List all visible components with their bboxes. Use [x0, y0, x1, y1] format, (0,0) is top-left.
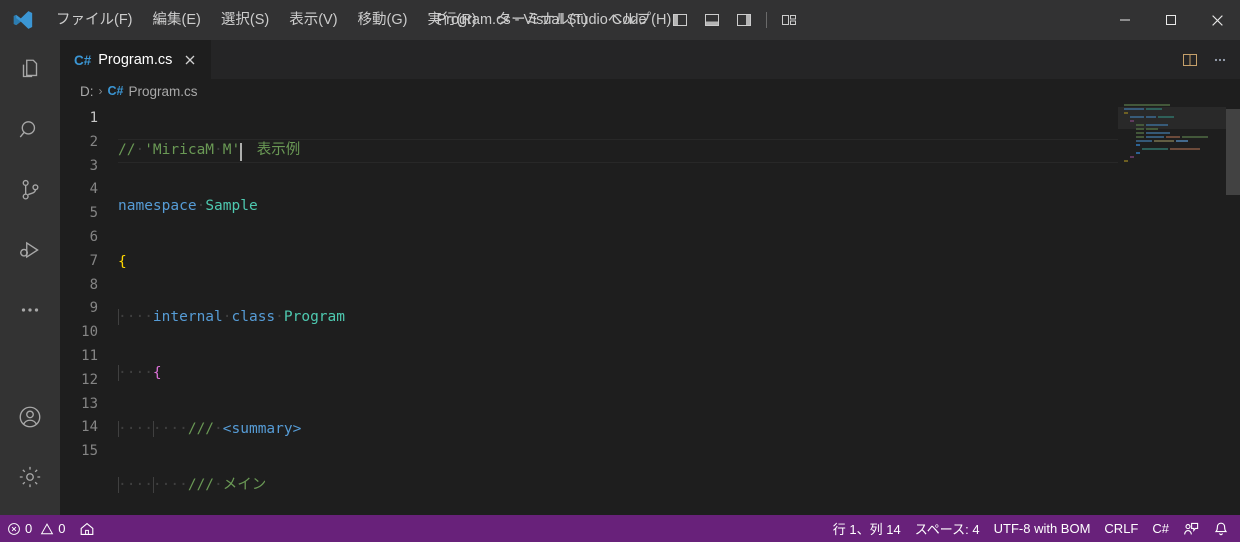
editor-group: C# Program.cs D: › C# Program.cs 1 2 3 4… [60, 40, 1240, 515]
menu-terminal[interactable]: ターミナル(T) [487, 6, 598, 34]
code-line-2[interactable]: namespace·Sample [118, 195, 1240, 219]
editor-actions [1176, 40, 1234, 79]
breadcrumb: D: › C# Program.cs [60, 79, 1240, 103]
code-content[interactable]: //·'MiricaM·M' 表示例 namespace·Sample { ··… [118, 103, 1240, 515]
activity-search[interactable] [0, 100, 60, 160]
line-number: 10 [81, 324, 98, 341]
status-indentation[interactable]: スペース: 4 [908, 515, 987, 542]
warning-count: 0 [58, 521, 66, 536]
split-editor-icon[interactable] [1176, 46, 1204, 74]
tab-label: Program.cs [98, 52, 173, 68]
layout-separator [765, 12, 767, 28]
maximize-button[interactable] [1148, 0, 1194, 40]
tabs: C# Program.cs [60, 40, 212, 79]
activity-more[interactable] [0, 280, 60, 340]
line-number: 11 [81, 347, 98, 364]
feedback-icon [1184, 522, 1199, 535]
code-editor[interactable]: 1 2 3 4 5 6 7 8 9 10 11 12 13 14 15 //·'… [60, 103, 1240, 515]
activity-explorer[interactable] [0, 40, 60, 100]
csharp-file-icon: C# [74, 52, 92, 68]
activity-bar-bottom [0, 387, 60, 515]
code-line-6[interactable]: ········///·<summary> [118, 418, 1240, 442]
code-line-7[interactable]: ········///·メイン [118, 474, 1240, 498]
editor-vertical-scrollbar[interactable] [1226, 103, 1240, 515]
status-bar-right: 行 1、列 14 スペース: 4 UTF-8 with BOM CRLF C# [826, 515, 1240, 542]
menu-view[interactable]: 表示(V) [279, 6, 347, 34]
warning-icon [40, 522, 54, 534]
breadcrumb-csharp-icon: C# [107, 84, 124, 98]
status-cursor-position[interactable]: 行 1、列 14 [826, 515, 908, 542]
activity-bar [0, 40, 60, 515]
tab-bar: C# Program.cs [60, 40, 1240, 79]
window-controls [1102, 0, 1240, 40]
menu-file[interactable]: ファイル(F) [46, 6, 143, 34]
vscode-window: ファイル(F) 編集(E) 選択(S) 表示(V) 移動(G) 実行(R) ター… [0, 0, 1240, 542]
status-bar-left: 0 0 [0, 515, 102, 542]
toggle-panel-icon[interactable] [697, 5, 727, 35]
menu-bar: ファイル(F) 編集(E) 選択(S) 表示(V) 移動(G) 実行(R) ター… [46, 0, 681, 40]
status-problems[interactable]: 0 0 [0, 515, 72, 542]
tab-program-cs[interactable]: C# Program.cs [60, 40, 212, 79]
status-notifications[interactable] [1206, 515, 1236, 542]
customize-layout-icon[interactable] [774, 5, 804, 35]
line-number: 12 [81, 371, 98, 388]
menu-selection[interactable]: 選択(S) [211, 6, 279, 34]
status-home[interactable] [72, 515, 102, 542]
code-line-1[interactable]: //·'MiricaM·M' 表示例 [118, 139, 1240, 163]
menu-run[interactable]: 実行(R) [417, 6, 486, 34]
line-number: 14 [81, 419, 98, 436]
line-number: 7 [89, 252, 98, 269]
vscode-logo-icon [0, 0, 46, 40]
code-line-4[interactable]: ····internal·class·Program [118, 306, 1240, 330]
scrollbar-thumb[interactable] [1226, 109, 1240, 195]
line-number: 15 [81, 443, 98, 460]
status-language-mode[interactable]: C# [1145, 515, 1176, 542]
activity-source-control[interactable] [0, 160, 60, 220]
line-number: 8 [89, 276, 98, 293]
breadcrumb-separator: › [98, 84, 103, 98]
minimize-button[interactable] [1102, 0, 1148, 40]
error-count: 0 [25, 521, 33, 536]
toggle-secondary-sidebar-icon[interactable] [729, 5, 759, 35]
layout-controls [665, 5, 804, 35]
code-line-5[interactable]: ····{ [118, 362, 1240, 386]
menu-go[interactable]: 移動(G) [348, 6, 418, 34]
status-encoding[interactable]: UTF-8 with BOM [987, 515, 1098, 542]
line-number: 13 [81, 395, 98, 412]
activity-run-debug[interactable] [0, 220, 60, 280]
line-number: 5 [89, 205, 98, 222]
status-eol[interactable]: CRLF [1097, 515, 1145, 542]
breadcrumb-root[interactable]: D: [80, 84, 94, 99]
bell-icon [1214, 522, 1228, 535]
code-line-3[interactable]: { [118, 251, 1240, 275]
line-number: 6 [89, 228, 98, 245]
line-number-gutter: 1 2 3 4 5 6 7 8 9 10 11 12 13 14 15 [60, 103, 118, 515]
close-button[interactable] [1194, 0, 1240, 40]
menu-edit[interactable]: 編集(E) [143, 6, 211, 34]
activity-bar-top [0, 40, 60, 387]
tab-close-icon[interactable] [179, 49, 201, 71]
workbench-body: C# Program.cs D: › C# Program.cs 1 2 3 4… [0, 40, 1240, 515]
line-number: 2 [89, 133, 98, 150]
status-bar: 0 0 行 1、列 14 スペース: 4 UTF-8 with BOM CRLF… [0, 515, 1240, 542]
more-editor-actions-icon[interactable] [1206, 46, 1234, 74]
activity-settings[interactable] [0, 447, 60, 507]
status-feedback[interactable] [1176, 515, 1206, 542]
home-icon [81, 522, 94, 535]
activity-account[interactable] [0, 387, 60, 447]
line-number: 4 [89, 181, 98, 198]
line-number: 3 [89, 157, 98, 174]
line-number: 1 [89, 110, 98, 126]
error-icon [8, 522, 20, 535]
breadcrumb-file[interactable]: Program.cs [128, 84, 197, 99]
toggle-primary-sidebar-icon[interactable] [665, 5, 695, 35]
line-number: 9 [89, 300, 98, 317]
title-bar: ファイル(F) 編集(E) 選択(S) 表示(V) 移動(G) 実行(R) ター… [0, 0, 1240, 40]
